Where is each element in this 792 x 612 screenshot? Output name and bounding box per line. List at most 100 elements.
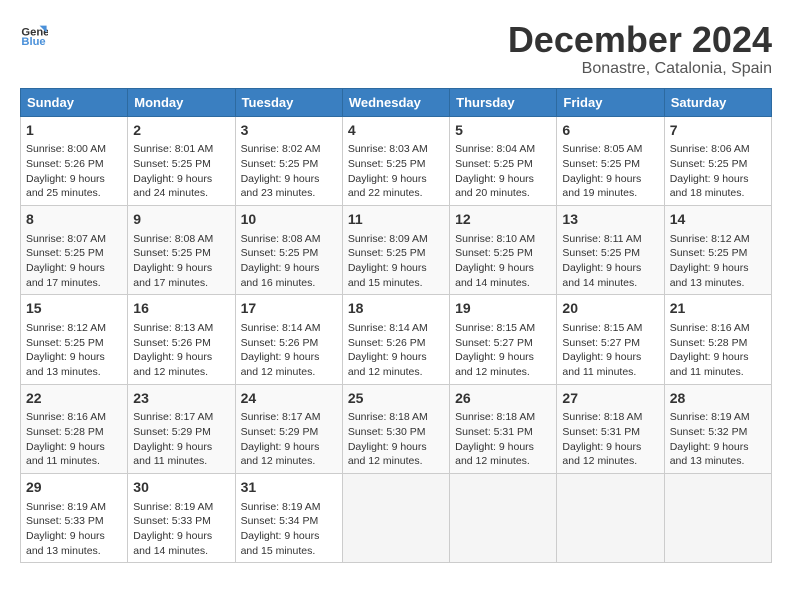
- col-header-sunday: Sunday: [21, 88, 128, 116]
- day-info: Sunrise: 8:08 AM Sunset: 5:25 PM Dayligh…: [241, 232, 337, 291]
- calendar-day-20: 20Sunrise: 8:15 AM Sunset: 5:27 PM Dayli…: [557, 295, 664, 384]
- day-info: Sunrise: 8:19 AM Sunset: 5:33 PM Dayligh…: [26, 500, 122, 559]
- day-number: 29: [26, 478, 122, 498]
- day-number: 10: [241, 210, 337, 230]
- day-number: 12: [455, 210, 551, 230]
- calendar-day-18: 18Sunrise: 8:14 AM Sunset: 5:26 PM Dayli…: [342, 295, 449, 384]
- day-info: Sunrise: 8:12 AM Sunset: 5:25 PM Dayligh…: [670, 232, 766, 291]
- day-info: Sunrise: 8:07 AM Sunset: 5:25 PM Dayligh…: [26, 232, 122, 291]
- day-info: Sunrise: 8:17 AM Sunset: 5:29 PM Dayligh…: [241, 410, 337, 469]
- calendar-day-empty: [450, 473, 557, 562]
- calendar-day-12: 12Sunrise: 8:10 AM Sunset: 5:25 PM Dayli…: [450, 205, 557, 294]
- day-number: 23: [133, 389, 229, 409]
- day-number: 13: [562, 210, 658, 230]
- day-number: 11: [348, 210, 444, 230]
- day-number: 21: [670, 299, 766, 319]
- day-info: Sunrise: 8:04 AM Sunset: 5:25 PM Dayligh…: [455, 142, 551, 201]
- calendar-day-13: 13Sunrise: 8:11 AM Sunset: 5:25 PM Dayli…: [557, 205, 664, 294]
- calendar-day-22: 22Sunrise: 8:16 AM Sunset: 5:28 PM Dayli…: [21, 384, 128, 473]
- day-info: Sunrise: 8:02 AM Sunset: 5:25 PM Dayligh…: [241, 142, 337, 201]
- calendar-day-2: 2Sunrise: 8:01 AM Sunset: 5:25 PM Daylig…: [128, 116, 235, 205]
- calendar-day-24: 24Sunrise: 8:17 AM Sunset: 5:29 PM Dayli…: [235, 384, 342, 473]
- day-number: 3: [241, 121, 337, 141]
- day-number: 1: [26, 121, 122, 141]
- day-info: Sunrise: 8:19 AM Sunset: 5:33 PM Dayligh…: [133, 500, 229, 559]
- calendar-day-empty: [342, 473, 449, 562]
- day-number: 24: [241, 389, 337, 409]
- day-info: Sunrise: 8:14 AM Sunset: 5:26 PM Dayligh…: [348, 321, 444, 380]
- day-info: Sunrise: 8:18 AM Sunset: 5:31 PM Dayligh…: [455, 410, 551, 469]
- day-number: 25: [348, 389, 444, 409]
- calendar-day-7: 7Sunrise: 8:06 AM Sunset: 5:25 PM Daylig…: [664, 116, 771, 205]
- col-header-monday: Monday: [128, 88, 235, 116]
- day-info: Sunrise: 8:09 AM Sunset: 5:25 PM Dayligh…: [348, 232, 444, 291]
- day-info: Sunrise: 8:19 AM Sunset: 5:32 PM Dayligh…: [670, 410, 766, 469]
- calendar-week-3: 15Sunrise: 8:12 AM Sunset: 5:25 PM Dayli…: [21, 295, 772, 384]
- header: General Blue December 2024 Bonastre, Cat…: [20, 20, 772, 78]
- calendar-week-4: 22Sunrise: 8:16 AM Sunset: 5:28 PM Dayli…: [21, 384, 772, 473]
- day-number: 8: [26, 210, 122, 230]
- calendar-day-8: 8Sunrise: 8:07 AM Sunset: 5:25 PM Daylig…: [21, 205, 128, 294]
- day-number: 18: [348, 299, 444, 319]
- calendar-day-4: 4Sunrise: 8:03 AM Sunset: 5:25 PM Daylig…: [342, 116, 449, 205]
- day-number: 9: [133, 210, 229, 230]
- calendar-week-2: 8Sunrise: 8:07 AM Sunset: 5:25 PM Daylig…: [21, 205, 772, 294]
- col-header-saturday: Saturday: [664, 88, 771, 116]
- day-info: Sunrise: 8:18 AM Sunset: 5:30 PM Dayligh…: [348, 410, 444, 469]
- calendar-week-1: 1Sunrise: 8:00 AM Sunset: 5:26 PM Daylig…: [21, 116, 772, 205]
- day-info: Sunrise: 8:19 AM Sunset: 5:34 PM Dayligh…: [241, 500, 337, 559]
- day-number: 27: [562, 389, 658, 409]
- day-info: Sunrise: 8:14 AM Sunset: 5:26 PM Dayligh…: [241, 321, 337, 380]
- calendar-day-empty: [664, 473, 771, 562]
- calendar-day-6: 6Sunrise: 8:05 AM Sunset: 5:25 PM Daylig…: [557, 116, 664, 205]
- calendar-day-empty: [557, 473, 664, 562]
- svg-text:Blue: Blue: [21, 36, 45, 48]
- calendar-day-23: 23Sunrise: 8:17 AM Sunset: 5:29 PM Dayli…: [128, 384, 235, 473]
- col-header-thursday: Thursday: [450, 88, 557, 116]
- day-info: Sunrise: 8:13 AM Sunset: 5:26 PM Dayligh…: [133, 321, 229, 380]
- day-number: 17: [241, 299, 337, 319]
- day-number: 5: [455, 121, 551, 141]
- col-header-wednesday: Wednesday: [342, 88, 449, 116]
- day-number: 14: [670, 210, 766, 230]
- day-info: Sunrise: 8:17 AM Sunset: 5:29 PM Dayligh…: [133, 410, 229, 469]
- day-info: Sunrise: 8:01 AM Sunset: 5:25 PM Dayligh…: [133, 142, 229, 201]
- calendar-day-15: 15Sunrise: 8:12 AM Sunset: 5:25 PM Dayli…: [21, 295, 128, 384]
- calendar-table: SundayMondayTuesdayWednesdayThursdayFrid…: [20, 88, 772, 564]
- day-number: 31: [241, 478, 337, 498]
- calendar-header-row: SundayMondayTuesdayWednesdayThursdayFrid…: [21, 88, 772, 116]
- day-number: 26: [455, 389, 551, 409]
- calendar-day-3: 3Sunrise: 8:02 AM Sunset: 5:25 PM Daylig…: [235, 116, 342, 205]
- day-number: 20: [562, 299, 658, 319]
- day-info: Sunrise: 8:18 AM Sunset: 5:31 PM Dayligh…: [562, 410, 658, 469]
- title-area: December 2024 Bonastre, Catalonia, Spain: [508, 20, 772, 78]
- calendar-day-31: 31Sunrise: 8:19 AM Sunset: 5:34 PM Dayli…: [235, 473, 342, 562]
- day-info: Sunrise: 8:00 AM Sunset: 5:26 PM Dayligh…: [26, 142, 122, 201]
- calendar-day-16: 16Sunrise: 8:13 AM Sunset: 5:26 PM Dayli…: [128, 295, 235, 384]
- day-number: 15: [26, 299, 122, 319]
- calendar-day-27: 27Sunrise: 8:18 AM Sunset: 5:31 PM Dayli…: [557, 384, 664, 473]
- col-header-friday: Friday: [557, 88, 664, 116]
- calendar-day-28: 28Sunrise: 8:19 AM Sunset: 5:32 PM Dayli…: [664, 384, 771, 473]
- day-number: 7: [670, 121, 766, 141]
- day-number: 19: [455, 299, 551, 319]
- day-number: 2: [133, 121, 229, 141]
- calendar-day-14: 14Sunrise: 8:12 AM Sunset: 5:25 PM Dayli…: [664, 205, 771, 294]
- day-info: Sunrise: 8:15 AM Sunset: 5:27 PM Dayligh…: [455, 321, 551, 380]
- day-info: Sunrise: 8:15 AM Sunset: 5:27 PM Dayligh…: [562, 321, 658, 380]
- day-number: 28: [670, 389, 766, 409]
- day-info: Sunrise: 8:10 AM Sunset: 5:25 PM Dayligh…: [455, 232, 551, 291]
- calendar-body: 1Sunrise: 8:00 AM Sunset: 5:26 PM Daylig…: [21, 116, 772, 563]
- day-info: Sunrise: 8:08 AM Sunset: 5:25 PM Dayligh…: [133, 232, 229, 291]
- location-title: Bonastre, Catalonia, Spain: [508, 60, 772, 78]
- day-number: 22: [26, 389, 122, 409]
- col-header-tuesday: Tuesday: [235, 88, 342, 116]
- calendar-day-10: 10Sunrise: 8:08 AM Sunset: 5:25 PM Dayli…: [235, 205, 342, 294]
- calendar-day-21: 21Sunrise: 8:16 AM Sunset: 5:28 PM Dayli…: [664, 295, 771, 384]
- calendar-day-17: 17Sunrise: 8:14 AM Sunset: 5:26 PM Dayli…: [235, 295, 342, 384]
- calendar-week-5: 29Sunrise: 8:19 AM Sunset: 5:33 PM Dayli…: [21, 473, 772, 562]
- calendar-day-1: 1Sunrise: 8:00 AM Sunset: 5:26 PM Daylig…: [21, 116, 128, 205]
- day-number: 6: [562, 121, 658, 141]
- day-info: Sunrise: 8:03 AM Sunset: 5:25 PM Dayligh…: [348, 142, 444, 201]
- day-info: Sunrise: 8:12 AM Sunset: 5:25 PM Dayligh…: [26, 321, 122, 380]
